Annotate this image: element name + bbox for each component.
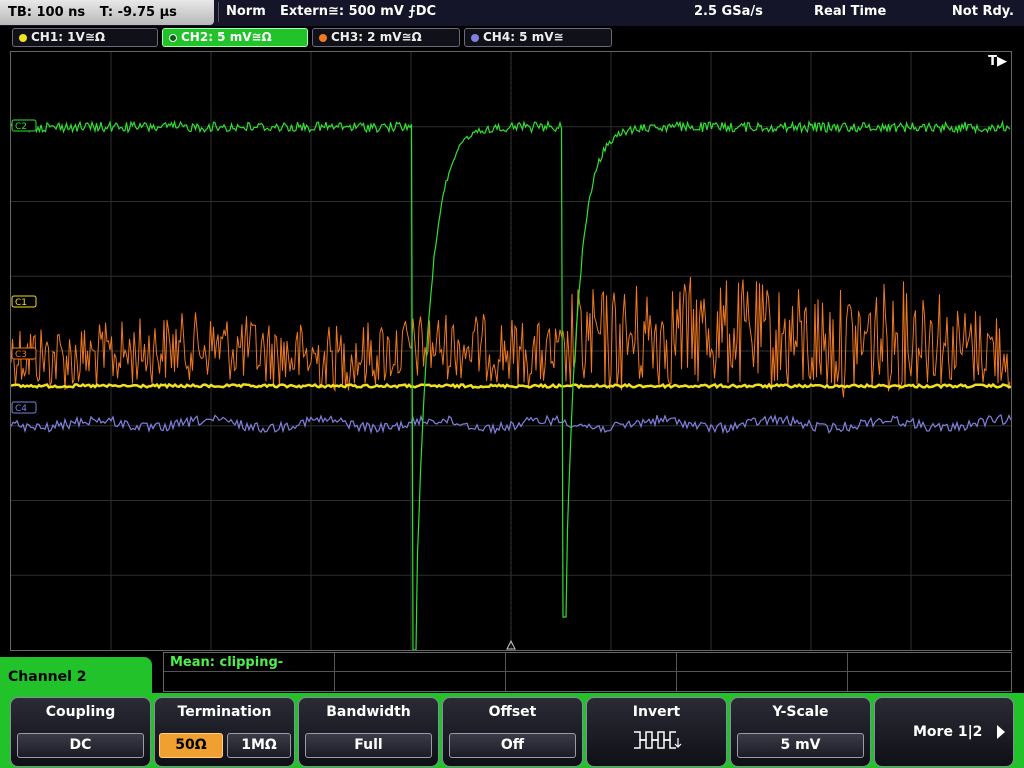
coupling-value[interactable]: DC bbox=[17, 733, 144, 758]
divider bbox=[164, 671, 1011, 672]
divider bbox=[847, 653, 848, 691]
invert-waveform-icon bbox=[634, 731, 682, 749]
divider bbox=[505, 653, 506, 691]
timebase-value: TB: 100 ns bbox=[8, 5, 86, 20]
offset-value[interactable]: Off bbox=[449, 733, 576, 758]
channel-bar: CH1: 1V≅Ω CH2: 5 mV≅Ω CH3: 2 mV≅Ω CH4: 5… bbox=[0, 26, 1024, 48]
ready-state: Not Rdy. bbox=[951, 4, 1014, 19]
termination-50ohm-option[interactable]: 50Ω bbox=[159, 733, 223, 758]
invert-title: Invert bbox=[632, 704, 681, 720]
waveform-display[interactable]: C2 C1 C3 C4 T▶ bbox=[10, 51, 1012, 651]
status-bar: TB: 100 ns T: -9.75 µs Norm Extern≅: 500… bbox=[0, 0, 1024, 26]
ch2-dot-icon bbox=[169, 34, 177, 42]
ch3-marker-label: C3 bbox=[15, 350, 27, 360]
offset-title: Offset bbox=[488, 704, 537, 720]
ch2-marker-label: C2 bbox=[15, 122, 27, 132]
ch3-marker[interactable]: C3 bbox=[11, 347, 37, 360]
ch1-dot-icon bbox=[19, 34, 27, 42]
trigger-source[interactable]: Extern≅: 500 mV ⨍DC bbox=[280, 0, 436, 24]
tab-ch1[interactable]: CH1: 1V≅Ω bbox=[12, 28, 158, 47]
menu-title: Channel 2 bbox=[0, 657, 152, 697]
ch2-marker[interactable]: C2 bbox=[11, 119, 37, 132]
acquisition-mode[interactable]: Real Time bbox=[814, 0, 886, 24]
more-softkey[interactable]: More 1|2 bbox=[874, 697, 1014, 767]
timebase-box[interactable]: TB: 100 ns T: -9.75 µs bbox=[0, 0, 214, 25]
measurement-panel[interactable]: Mean: clipping- bbox=[163, 652, 1012, 692]
coupling-title: Coupling bbox=[45, 704, 116, 720]
ch4-marker[interactable]: C4 bbox=[11, 401, 37, 414]
channel-markers: C2 C1 C3 C4 bbox=[11, 119, 37, 414]
waveform-canvas: C2 C1 C3 C4 bbox=[11, 52, 1011, 650]
divider bbox=[676, 653, 677, 691]
ch1-label: CH1: 1V≅Ω bbox=[31, 30, 106, 44]
arrow-right-icon bbox=[997, 725, 1005, 739]
ch1-marker-label: C1 bbox=[15, 298, 27, 308]
invert-softkey[interactable]: Invert bbox=[586, 697, 727, 767]
termination-title: Termination bbox=[177, 704, 272, 720]
offset-softkey[interactable]: Offset Off bbox=[442, 697, 583, 767]
ch4-label: CH4: 5 mV≅ bbox=[483, 30, 564, 44]
ch1-marker[interactable]: C1 bbox=[11, 295, 37, 308]
yscale-softkey[interactable]: Y-Scale 5 mV bbox=[730, 697, 871, 767]
coupling-softkey[interactable]: Coupling DC bbox=[10, 697, 151, 767]
yscale-title: Y-Scale bbox=[772, 704, 829, 720]
bandwidth-softkey[interactable]: Bandwidth Full bbox=[298, 697, 439, 767]
ch2-label: CH2: 5 mV≅Ω bbox=[181, 30, 272, 44]
bandwidth-value[interactable]: Full bbox=[305, 733, 432, 758]
trigger-time-value: T: -9.75 µs bbox=[99, 5, 177, 20]
ch3-label: CH3: 2 mV≅Ω bbox=[331, 30, 422, 44]
divider bbox=[218, 2, 219, 22]
sample-rate[interactable]: 2.5 GSa/s bbox=[694, 0, 763, 24]
divider bbox=[334, 653, 335, 691]
ch4-dot-icon bbox=[471, 34, 479, 42]
ch4-marker-label: C4 bbox=[15, 404, 27, 414]
trigger-marker-icon: T▶ bbox=[988, 54, 1007, 69]
tab-ch3[interactable]: CH3: 2 mV≅Ω bbox=[312, 28, 460, 47]
termination-1mohm-option[interactable]: 1MΩ bbox=[227, 733, 291, 758]
tab-ch2[interactable]: CH2: 5 mV≅Ω bbox=[162, 28, 308, 47]
more-label: More 1|2 bbox=[913, 724, 983, 740]
bandwidth-title: Bandwidth bbox=[326, 704, 411, 720]
yscale-value[interactable]: 5 mV bbox=[737, 733, 864, 758]
tab-ch4[interactable]: CH4: 5 mV≅ bbox=[464, 28, 612, 47]
measurement-mean: Mean: clipping- bbox=[170, 655, 284, 670]
trigger-mode[interactable]: Norm bbox=[226, 0, 266, 24]
ch3-dot-icon bbox=[319, 34, 327, 42]
termination-softkey[interactable]: Termination 50Ω 1MΩ bbox=[154, 697, 295, 767]
